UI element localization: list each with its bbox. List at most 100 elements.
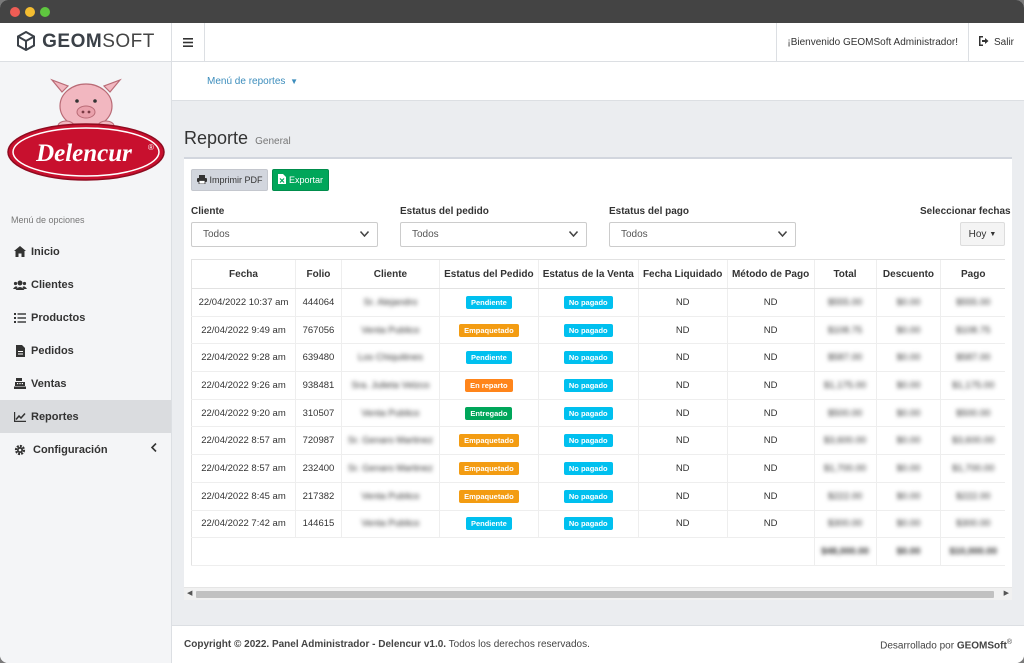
caret-down-icon: ▼: [989, 230, 997, 238]
order-status-badge: Empaquetado: [459, 461, 519, 475]
cell-estatus-venta: No pagado: [537, 399, 639, 428]
excel-file-icon: [277, 174, 286, 186]
scroll-left-arrow-icon[interactable]: ◀: [187, 589, 192, 597]
table-row[interactable]: 22/04/2022 9:20 am 310507 Venta Publico Ent…: [191, 399, 1005, 428]
sidebar-item-reportes[interactable]: Reportes: [0, 400, 171, 433]
gear-icon: [13, 443, 27, 457]
file-icon: [13, 344, 27, 358]
chevron-left-icon: [150, 442, 157, 455]
sidebar-item-configuracion[interactable]: Configuración: [0, 433, 171, 466]
scroll-right-arrow-icon[interactable]: ▶: [1004, 589, 1009, 597]
cell-descuento: $0.00: [875, 454, 941, 483]
totals-row: $48,000.00 $0.00 $10,000.00: [191, 537, 1005, 566]
cell-estatus-venta: No pagado: [537, 510, 639, 539]
date-range-value: Hoy: [968, 228, 987, 240]
column-header-estatus-pedido[interactable]: Estatus del Pedido: [438, 259, 539, 289]
column-header-descuento[interactable]: Descuento: [875, 259, 941, 289]
filter-pedido-select[interactable]: Todos: [400, 222, 587, 247]
brand-name-bold: GEOM: [42, 31, 103, 52]
cell-cliente: Sra. Julieta Velzco: [340, 371, 440, 400]
cell-estatus-pedido: En reparto: [438, 371, 539, 400]
cell-cliente: Venta Publico: [340, 482, 440, 511]
cell-cliente: Venta Publico: [340, 510, 440, 539]
cell-fecha-liquidado: ND: [637, 510, 728, 539]
column-header-cliente[interactable]: Cliente: [340, 259, 440, 289]
app-window: GEOMSOFT Delencur ® Menú de opciones Ini…: [0, 0, 1024, 663]
sidebar-item-clientes[interactable]: Clientes: [0, 268, 171, 301]
chevron-down-icon: [777, 229, 788, 239]
date-range-button[interactable]: Hoy ▼: [960, 222, 1005, 246]
print-pdf-button[interactable]: Imprimir PDF: [191, 169, 268, 191]
table-row[interactable]: 22/04/2022 7:42 am 144615 Venta Publico Pen…: [191, 510, 1005, 539]
export-button[interactable]: Exportar: [272, 169, 329, 191]
cell-fecha-liquidado: ND: [637, 482, 728, 511]
reports-menu-label: Menú de reportes: [207, 76, 286, 87]
cell-fecha-liquidado: ND: [637, 399, 728, 428]
sidebar-item-label: Inicio: [31, 245, 60, 258]
reports-menu-dropdown[interactable]: Menú de reportes ▼: [207, 76, 298, 87]
table-row[interactable]: 22/04/2022 8:45 am 217382 Venta Publico Emp…: [191, 482, 1005, 511]
caret-down-icon: ▼: [290, 77, 299, 86]
filter-pedido-value: Todos: [412, 229, 439, 240]
column-header-fecha-liquidado[interactable]: Fecha Liquidado: [637, 259, 728, 289]
column-header-folio[interactable]: Folio: [294, 259, 342, 289]
print-icon: [196, 174, 207, 186]
cell-metodo-pago: ND: [726, 426, 815, 456]
cell-fecha: 22/04/2022 10:37 am: [191, 288, 296, 317]
horizontal-scrollbar[interactable]: ◀ ▶: [184, 587, 1012, 600]
cell-metodo-pago: ND: [726, 371, 815, 400]
sidebar-item-label: Reportes: [31, 410, 79, 423]
page-title: Reporte: [184, 128, 249, 148]
sidebar-item-inicio[interactable]: Inicio: [0, 235, 171, 268]
cell-cliente: Sr. Genaro Martinez: [340, 454, 440, 483]
totals-total: $48,000.00: [813, 537, 876, 566]
filter-cliente-label: Cliente: [191, 206, 225, 217]
cell-pago: $1,700.00: [940, 454, 1005, 483]
footer-rights: Todos los derechos reservados.: [446, 639, 590, 650]
cell-folio: 310507: [294, 399, 342, 428]
cell-cliente: Venta Publico: [340, 316, 440, 345]
column-header-total[interactable]: Total: [813, 259, 876, 289]
logout-button[interactable]: Salir: [969, 23, 1024, 61]
brand-logo[interactable]: GEOMSOFT: [0, 23, 171, 62]
sidebar-toggle-button[interactable]: [172, 23, 205, 61]
table-row[interactable]: 22/04/2022 9:28 am 639480 Los Chiquitines P…: [191, 343, 1005, 373]
totals-pago: $10,000.00: [940, 537, 1005, 566]
footer-dev-name[interactable]: GEOMSoft: [957, 640, 1007, 651]
cell-fecha: 22/04/2022 9:26 am: [191, 371, 296, 400]
sidebar-item-productos[interactable]: Productos: [0, 301, 171, 334]
table-row[interactable]: 22/04/2022 8:57 am 232400 Sr. Genaro Marti…: [191, 454, 1005, 483]
content-header: Reporte General: [184, 128, 291, 149]
logo-registered-mark: ®: [148, 143, 154, 152]
cell-pago: $300.00: [940, 510, 1005, 539]
filter-fechas-label: Seleccionar fechas: [920, 206, 1011, 217]
table-row[interactable]: 22/04/2022 9:26 am 938481 Sra. Julieta Vel…: [191, 371, 1005, 400]
close-window-button[interactable]: [10, 7, 20, 17]
order-status-badge: Empaquetado: [459, 489, 519, 503]
cell-total: $1,700.00: [813, 454, 876, 483]
report-table: Fecha Folio Cliente Estatus del Pedido E…: [191, 259, 1005, 566]
filter-pago-select[interactable]: Todos: [609, 222, 796, 247]
minimize-window-button[interactable]: [25, 7, 35, 17]
table-row[interactable]: 22/04/2022 10:37 am 444064 Sr. Alejandro Pe…: [191, 288, 1005, 317]
scrollbar-thumb[interactable]: [196, 591, 994, 598]
export-label: Exportar: [288, 175, 323, 185]
cell-total: $555.00: [813, 288, 876, 317]
column-header-fecha[interactable]: Fecha: [191, 259, 296, 289]
maximize-window-button[interactable]: [40, 7, 50, 17]
table-row[interactable]: 22/04/2022 9:49 am 767056 Venta Publico Emp…: [191, 316, 1005, 345]
order-status-badge: Empaquetado: [459, 434, 519, 448]
sidebar-item-label: Ventas: [31, 377, 67, 390]
column-header-estatus-venta[interactable]: Estatus de la Venta: [537, 259, 639, 289]
column-header-metodo-pago[interactable]: Método de Pago: [726, 259, 815, 289]
chevron-down-icon: [359, 229, 370, 239]
filter-cliente-select[interactable]: Todos: [191, 222, 378, 247]
home-icon: [13, 245, 27, 259]
cube-icon: [16, 30, 36, 54]
sale-status-badge: No pagado: [563, 351, 613, 365]
footer-developer: Desarrollado por GEOMSoft®: [880, 639, 1012, 651]
table-row[interactable]: 22/04/2022 8:57 am 720987 Sr. Genaro Marti…: [191, 426, 1005, 456]
sidebar-item-ventas[interactable]: Ventas: [0, 367, 171, 400]
sidebar-item-pedidos[interactable]: Pedidos: [0, 334, 171, 367]
column-header-pago[interactable]: Pago: [940, 259, 1005, 289]
